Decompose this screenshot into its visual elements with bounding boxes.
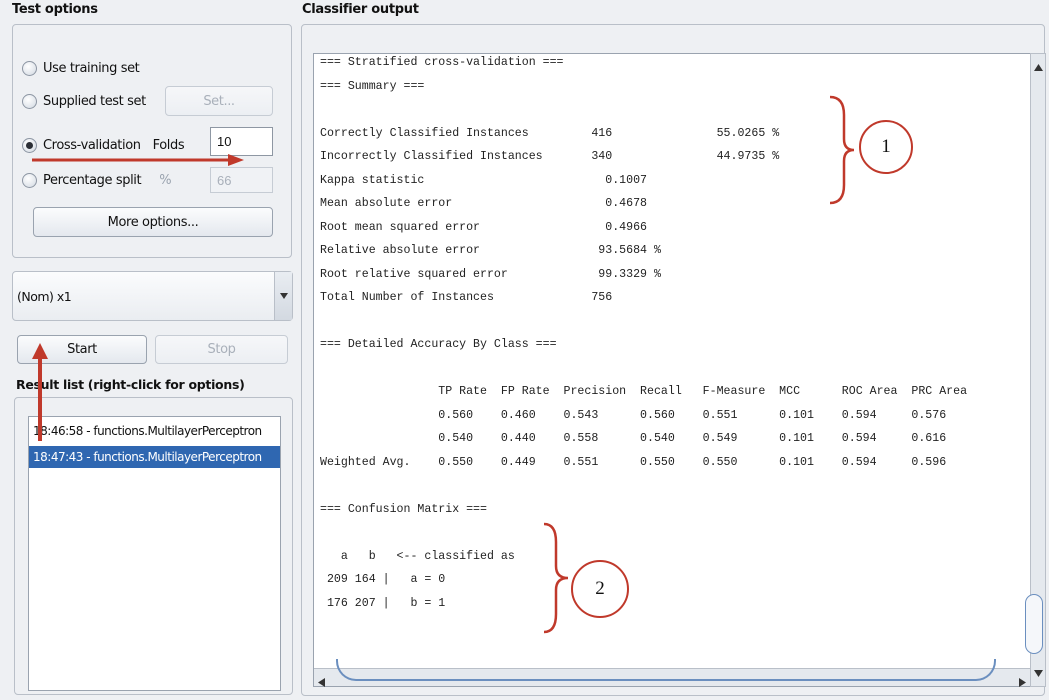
result-list-item-selected[interactable]: 18:47:43 - functions.MultilayerPerceptro… <box>29 446 280 468</box>
output-line: 0.540 0.440 0.558 0.540 0.549 0.101 0.59… <box>320 432 947 445</box>
test-options-title: Test options <box>12 2 98 17</box>
output-horizontal-scrollbar[interactable] <box>314 659 1030 687</box>
annotation-label-2: 2 <box>595 578 605 599</box>
class-attribute-value: (Nom) x1 <box>17 288 72 304</box>
folds-label: Folds <box>152 137 185 153</box>
output-line: === Detailed Accuracy By Class === <box>320 338 557 351</box>
percentage-split-label: Percentage split <box>43 172 142 188</box>
annotation-arrow-up-icon <box>32 343 48 441</box>
output-line: Total Number of Instances 756 <box>320 291 613 304</box>
scroll-thumb[interactable] <box>1025 594 1043 654</box>
output-line: === Summary === <box>320 79 425 93</box>
set-button[interactable]: Set... <box>165 86 273 116</box>
output-line: 209 164 | a = 0 <box>320 573 446 586</box>
output-line: 0.560 0.460 0.543 0.560 0.551 0.101 0.59… <box>320 408 947 422</box>
radio-icon[interactable] <box>22 93 37 109</box>
result-list[interactable]: 18:46:58 - functions.MultilayerPerceptro… <box>28 416 281 691</box>
output-line: Weighted Avg. 0.550 0.449 0.551 0.550 0.… <box>320 455 947 469</box>
output-line: === Stratified cross-validation === <box>320 56 564 69</box>
annotation-arrow-right-icon <box>32 154 244 166</box>
annotation-brace-2-icon <box>543 522 569 634</box>
scroll-down-icon[interactable] <box>1034 664 1043 682</box>
use-training-set-option[interactable]: Use training set <box>22 56 140 80</box>
output-line: Kappa statistic 0.1007 <box>320 173 647 187</box>
percentage-input[interactable]: 66 <box>210 167 273 193</box>
annotation-brace-1-icon <box>829 95 855 205</box>
supplied-test-set-label: Supplied test set <box>43 93 146 109</box>
scroll-left-icon[interactable] <box>318 674 325 692</box>
output-vertical-scrollbar[interactable] <box>1025 53 1046 687</box>
percent-symbol-label: % <box>159 172 172 188</box>
radio-icon[interactable] <box>22 60 37 76</box>
class-attribute-select[interactable]: (Nom) x1 <box>12 271 293 321</box>
output-line: Relative absolute error 93.5684 % <box>320 244 661 257</box>
cross-validation-label: Cross-validation <box>43 137 141 153</box>
output-line: Root relative squared error 99.3329 % <box>320 267 661 281</box>
radio-icon[interactable] <box>22 172 37 188</box>
use-training-set-label: Use training set <box>43 60 140 76</box>
scroll-up-icon[interactable] <box>1034 58 1043 76</box>
classifier-output-title: Classifier output <box>302 2 419 17</box>
output-line: Mean absolute error 0.4678 <box>320 197 647 210</box>
scroll-right-icon[interactable] <box>1019 674 1026 692</box>
result-list-item[interactable]: 18:46:58 - functions.MultilayerPerceptro… <box>29 420 280 442</box>
horizontal-scroll-thumb[interactable] <box>336 659 996 681</box>
output-line: 176 207 | b = 1 <box>320 596 446 610</box>
dropdown-arrow-icon[interactable] <box>274 272 292 320</box>
classifier-output-area[interactable]: === Stratified cross-validation === === S… <box>313 53 1031 687</box>
supplied-test-set-option[interactable]: Supplied test set <box>22 89 146 113</box>
percentage-split-option[interactable]: Percentage split % <box>22 168 172 192</box>
output-line: Incorrectly Classified Instances 340 44.… <box>320 150 780 163</box>
output-line: === Confusion Matrix === <box>320 502 487 516</box>
radio-checked-icon[interactable] <box>22 137 37 153</box>
annotation-circle-2: 2 <box>571 560 629 618</box>
output-line: TP Rate FP Rate Precision Recall F-Measu… <box>320 385 968 398</box>
stop-button[interactable]: Stop <box>155 335 288 364</box>
annotation-circle-1: 1 <box>859 120 913 174</box>
output-line: a b <-- classified as <box>320 549 515 563</box>
output-line: Correctly Classified Instances 416 55.02… <box>320 126 780 140</box>
annotation-label-1: 1 <box>881 136 891 157</box>
more-options-button[interactable]: More options... <box>33 207 273 237</box>
result-list-title: Result list (right-click for options) <box>16 377 245 392</box>
folds-input[interactable]: 10 <box>210 127 273 156</box>
output-line: Root mean squared error 0.4966 <box>320 220 647 234</box>
